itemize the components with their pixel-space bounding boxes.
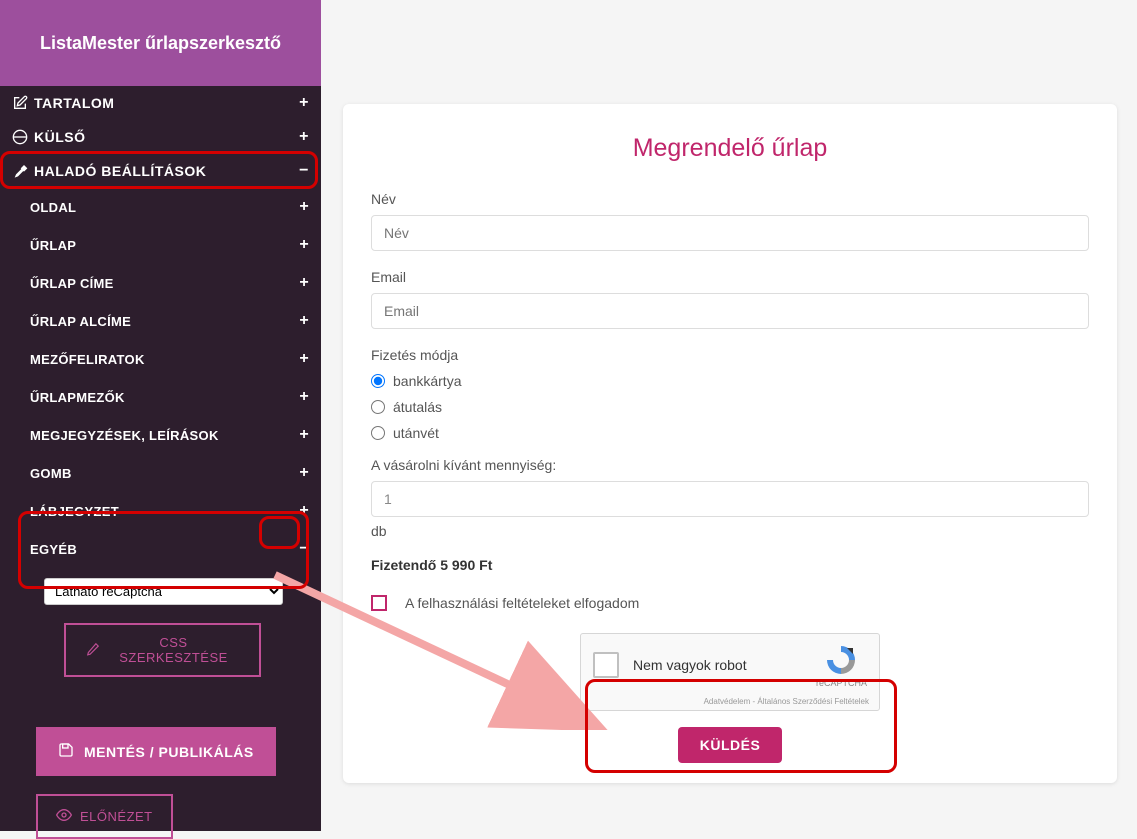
payment-option-label: utánvét xyxy=(393,425,439,441)
button-label: KÜLDÉS xyxy=(700,737,761,753)
payment-radio-bank[interactable] xyxy=(371,374,385,388)
terms-text: A felhasználási feltételeket elfogadom xyxy=(405,595,639,611)
expand-icon: + xyxy=(299,198,309,216)
sub-item-urlap[interactable]: ŰRLAP + xyxy=(30,226,321,264)
expand-icon: + xyxy=(299,464,309,482)
expand-icon: + xyxy=(299,312,309,330)
sub-item-oldal[interactable]: OLDAL + xyxy=(30,188,321,226)
sub-item-urlap-cime[interactable]: ŰRLAP CÍME + xyxy=(30,264,321,302)
sub-label: MEGJEGYZÉSEK, LEÍRÁSOK xyxy=(30,428,219,443)
expand-icon: + xyxy=(299,388,309,406)
sub-item-megjegyzesek[interactable]: MEGJEGYZÉSEK, LEÍRÁSOK + xyxy=(30,416,321,454)
collapse-icon: − xyxy=(299,540,309,558)
wrench-icon xyxy=(12,163,28,179)
terms-checkbox[interactable] xyxy=(371,595,387,611)
recaptcha-select[interactable]: Látható reCaptcha xyxy=(44,578,283,605)
pencil-icon xyxy=(86,642,100,659)
nav-item-kulso[interactable]: KÜLSŐ + xyxy=(0,120,321,154)
total-amount: Fizetendő 5 990 Ft xyxy=(371,557,1089,573)
name-input[interactable] xyxy=(371,215,1089,251)
payment-option-label: átutalás xyxy=(393,399,442,415)
sub-label: EGYÉB xyxy=(30,542,77,557)
payment-label: Fizetés módja xyxy=(371,347,1089,363)
expand-icon: + xyxy=(299,128,309,146)
nav-label: HALADÓ BEÁLLÍTÁSOK xyxy=(34,163,206,179)
sub-label: OLDAL xyxy=(30,200,76,215)
sub-label: ŰRLAP CÍME xyxy=(30,276,114,291)
sub-label: GOMB xyxy=(30,466,72,481)
sub-label: ŰRLAP ALCÍME xyxy=(30,314,131,329)
sub-item-mezofeliratok[interactable]: MEZŐFELIRATOK + xyxy=(30,340,321,378)
recaptcha-text: Nem vagyok robot xyxy=(633,657,747,673)
preview-button[interactable]: ELŐNÉZET xyxy=(36,794,173,839)
expand-icon: + xyxy=(299,350,309,368)
email-label: Email xyxy=(371,269,1089,285)
save-button[interactable]: MENTÉS / PUBLIKÁLÁS xyxy=(36,727,276,776)
expand-icon: + xyxy=(299,94,309,112)
main-area: Megrendelő űrlap Név Email Fizetés módja… xyxy=(321,0,1137,831)
sub-label: ŰRLAP xyxy=(30,238,76,253)
nav-item-tartalom[interactable]: TARTALOM + xyxy=(0,86,321,120)
form-title: Megrendelő űrlap xyxy=(371,134,1089,163)
qty-unit: db xyxy=(371,523,1089,539)
button-label: ELŐNÉZET xyxy=(80,809,153,824)
recaptcha-logo-icon xyxy=(825,644,857,676)
recaptcha-checkbox[interactable] xyxy=(593,652,619,678)
sidebar: ListaMester űrlapszerkesztő TARTALOM + K… xyxy=(0,0,321,831)
expand-icon: + xyxy=(299,274,309,292)
expand-icon: + xyxy=(299,426,309,444)
css-edit-button[interactable]: CSS SZERKESZTÉSE xyxy=(64,623,261,677)
qty-input[interactable] xyxy=(371,481,1089,517)
sub-item-gomb[interactable]: GOMB + xyxy=(30,454,321,492)
recaptcha-brand: reCAPTCHA xyxy=(816,678,867,688)
qty-label: A vásárolni kívánt mennyiség: xyxy=(371,457,1089,473)
form-panel: Megrendelő űrlap Név Email Fizetés módja… xyxy=(343,104,1117,783)
submit-button[interactable]: KÜLDÉS xyxy=(678,727,783,763)
sub-label: LÁBJEGYZET xyxy=(30,504,119,519)
email-input[interactable] xyxy=(371,293,1089,329)
nav-label: KÜLSŐ xyxy=(34,129,86,145)
recaptcha-links[interactable]: Adatvédelem - Általános Szerződési Felté… xyxy=(704,697,869,706)
payment-option-label: bankkártya xyxy=(393,373,461,389)
recaptcha-select-wrap: Látható reCaptcha xyxy=(44,578,283,605)
collapse-icon: − xyxy=(299,162,309,180)
eye-icon xyxy=(56,807,72,826)
sub-item-urlap-alcime[interactable]: ŰRLAP ALCÍME + xyxy=(30,302,321,340)
expand-icon: + xyxy=(299,236,309,254)
sub-label: MEZŐFELIRATOK xyxy=(30,352,145,367)
sub-item-urlapmezok[interactable]: ŰRLAPMEZŐK + xyxy=(30,378,321,416)
globe-icon xyxy=(12,129,28,145)
sub-item-labjegyzet[interactable]: LÁBJEGYZET + xyxy=(30,492,321,530)
button-label: CSS SZERKESZTÉSE xyxy=(108,635,239,665)
payment-radio-cod[interactable] xyxy=(371,426,385,440)
expand-icon: + xyxy=(299,502,309,520)
payment-radio-transfer[interactable] xyxy=(371,400,385,414)
nav-item-halado[interactable]: HALADÓ BEÁLLÍTÁSOK − xyxy=(0,154,321,188)
app-title: ListaMester űrlapszerkesztő xyxy=(0,0,321,86)
sub-item-egyeb[interactable]: EGYÉB − xyxy=(30,530,321,568)
name-label: Név xyxy=(371,191,1089,207)
edit-icon xyxy=(12,95,28,111)
app-title-text: ListaMester űrlapszerkesztő xyxy=(40,33,281,54)
button-label: MENTÉS / PUBLIKÁLÁS xyxy=(84,744,254,760)
nav-label: TARTALOM xyxy=(34,95,114,111)
recaptcha-widget: Nem vagyok robot reCAPTCHA Adatvédelem -… xyxy=(580,633,880,711)
sub-label: ŰRLAPMEZŐK xyxy=(30,390,125,405)
save-icon xyxy=(58,742,74,761)
